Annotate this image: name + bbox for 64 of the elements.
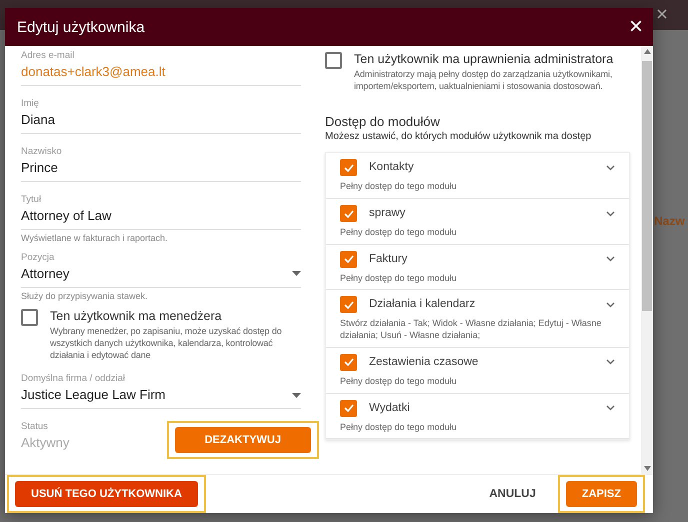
module-description: Pełny dostęp do tego modułu <box>340 272 458 284</box>
chevron-down-icon[interactable] <box>606 210 615 217</box>
section-title: Dostęp do modułów <box>325 114 441 130</box>
delete-user-button[interactable]: USUŃ TEGO UŻYTKOWNIKA <box>15 481 198 507</box>
checkbox-hint: Administratorzy mają pełny dostęp do zarządzania użytkownikami, importem/eksportem, uaktualnieniami i stosowania dostosowań. <box>354 69 614 92</box>
check-icon <box>344 164 354 172</box>
check-icon <box>344 300 354 309</box>
checkbox[interactable] <box>21 309 38 326</box>
close-icon <box>657 9 667 19</box>
checkbox[interactable] <box>340 400 357 416</box>
input-field[interactable]: Attorney of Law <box>21 206 301 230</box>
check-icon <box>344 210 354 218</box>
chevron-down-icon[interactable] <box>606 359 615 366</box>
module-description: Stwórz działania - Tak; Widok - Własne działania; Edytuj - Własne działania; Usuń - Własne działania; <box>340 318 602 342</box>
chevron-down-icon[interactable] <box>606 405 615 411</box>
status-value: Aktywny <box>21 434 70 452</box>
module-name: Kontakty <box>369 160 415 176</box>
scroll-down-icon[interactable] <box>644 466 650 471</box>
section-subtitle: Możesz ustawić, do których modułów użytkownik ma dostęp <box>325 131 592 142</box>
checkbox[interactable] <box>340 205 357 222</box>
module-name: Zestawienia czasowe <box>369 354 480 370</box>
field-label: Pozycja <box>21 252 56 263</box>
select-field[interactable]: Justice League Law Firm <box>21 385 301 410</box>
field-label: Tytuł <box>21 194 42 205</box>
input-field[interactable]: Diana <box>21 110 301 134</box>
checkbox-hint: Wybrany menedżer, po zapisaniu, może uzyskać dostęp do wszystkich danych użytkownika, kalendarza, kontrolować działania i edytować dane <box>50 326 283 362</box>
input-field[interactable]: Prince <box>21 158 301 182</box>
module-description: Pełny dostęp do tego modułu <box>340 181 458 194</box>
checkbox[interactable] <box>325 52 342 69</box>
checkbox[interactable] <box>340 296 357 314</box>
close-button[interactable]: × <box>628 15 643 39</box>
checkbox[interactable] <box>340 159 357 176</box>
field-label: Nazwisko <box>21 146 63 157</box>
checkbox[interactable] <box>340 250 357 268</box>
field-label: Status <box>21 421 49 432</box>
dialog-title: Edytuj użytkownika <box>17 18 145 36</box>
field-hint: Wyświetlane w fakturach i raportach. <box>21 233 168 245</box>
caret-icon <box>292 271 301 276</box>
chevron-down-icon[interactable] <box>606 256 615 262</box>
select-field[interactable]: Attorney <box>21 264 301 288</box>
scroll-up-icon[interactable] <box>644 49 650 54</box>
module-name: Działania i kalendarz <box>369 297 476 312</box>
module-description: Pełny dostęp do tego modułu <box>340 227 458 239</box>
field-label: Domyślna firma / oddział <box>21 373 126 384</box>
chevron-down-icon[interactable] <box>606 164 615 171</box>
background-text: Nazw <box>654 214 685 228</box>
caret-icon <box>292 392 301 398</box>
field-label: Imię <box>21 98 40 109</box>
module-name: sprawy <box>369 206 406 222</box>
checkbox-label: Ten użytkownik ma menedżera <box>50 309 223 324</box>
checkbox-label: Ten użytkownik ma uprawnienia administratora <box>354 52 614 66</box>
check-icon <box>344 255 354 264</box>
field-hint: Służy do przypisywania stawek. <box>21 290 149 302</box>
module-name: Wydatki <box>369 400 411 416</box>
scrollbar[interactable] <box>641 46 653 474</box>
module-description: Pełny dostęp do tego modułu <box>340 376 458 388</box>
chevron-down-icon[interactable] <box>606 302 615 308</box>
field-label: Adres e-mail <box>21 50 76 61</box>
cancel-button[interactable]: ANULUJ <box>483 487 542 501</box>
module-description: Pełny dostęp do tego modułu <box>340 422 458 434</box>
check-icon <box>344 404 354 412</box>
check-icon <box>344 358 354 366</box>
checkbox[interactable] <box>340 354 357 371</box>
module-name: Faktury <box>369 252 408 267</box>
